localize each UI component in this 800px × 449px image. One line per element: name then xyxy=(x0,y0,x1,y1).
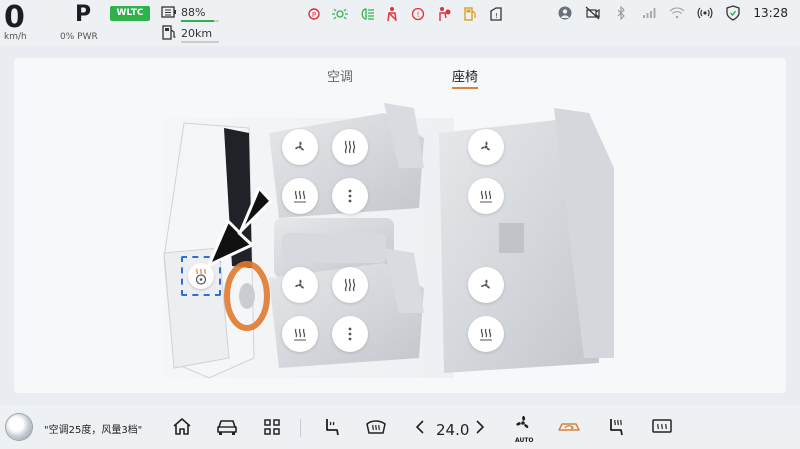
more-icon xyxy=(348,327,352,341)
front-left-heat-button[interactable] xyxy=(332,129,368,165)
bottom-dock: "空调25度，风量3档" 24.0 AUTO xyxy=(0,405,800,449)
battery-percent: 88% xyxy=(181,6,206,19)
svg-text:P: P xyxy=(312,11,316,19)
door-open-icon: ! xyxy=(487,5,505,23)
heat-wave-icon xyxy=(480,190,492,203)
tab-air-conditioning[interactable]: 空调 xyxy=(327,66,353,85)
front-right-heat-wave-button[interactable] xyxy=(282,316,318,352)
range-bar xyxy=(181,41,219,43)
seat-heat-icon xyxy=(610,419,623,436)
fuel-icon xyxy=(461,5,479,23)
car-icon xyxy=(217,420,237,435)
rear-right-heat-wave-button[interactable] xyxy=(468,316,504,352)
status-bar: 0 km/h P 0% PWR WLTC 88% 20km P ! ! 13:2… xyxy=(0,0,800,46)
active-tab-indicator xyxy=(452,87,478,89)
chevron-right-icon xyxy=(476,420,485,434)
seat-massage-icon xyxy=(326,419,339,436)
system-tray: 13:28 xyxy=(557,4,788,22)
avatar-icon[interactable] xyxy=(557,5,573,21)
temperature-up-button[interactable] xyxy=(468,415,492,439)
battery-icon xyxy=(161,6,176,18)
chevron-left-icon xyxy=(415,420,424,434)
tab-bar: 空调 座椅 xyxy=(14,66,786,92)
front-right-more-button[interactable] xyxy=(332,316,368,352)
clock: 13:28 xyxy=(753,6,788,20)
front-left-more-button[interactable] xyxy=(332,178,368,214)
rear-defrost-icon xyxy=(652,419,672,433)
cycle-badge: WLTC xyxy=(110,6,150,21)
heat-wave-icon xyxy=(480,328,492,341)
seat-heat-button[interactable] xyxy=(604,415,628,439)
front-defrost-button[interactable] xyxy=(364,415,388,439)
rear-right-fan-button[interactable] xyxy=(468,267,504,303)
heat-wave-icon xyxy=(294,328,306,341)
parking-brake-icon: P xyxy=(305,5,323,23)
bluetooth-icon xyxy=(613,5,629,21)
home-icon xyxy=(173,418,191,435)
fan-icon xyxy=(481,279,490,289)
seat-massage-button[interactable] xyxy=(320,415,344,439)
gear-indicator: P xyxy=(75,2,92,27)
apps-grid-icon xyxy=(264,419,280,435)
front-left-fan-button[interactable] xyxy=(282,129,318,165)
speed-unit: km/h xyxy=(4,32,27,42)
shield-icon xyxy=(725,5,741,21)
pointer-arrow-icon xyxy=(207,186,273,267)
dock-divider xyxy=(300,419,301,437)
climate-panel: 空调 座椅 xyxy=(14,58,786,393)
side-light-icon xyxy=(331,5,349,23)
camera-off-icon xyxy=(585,5,601,21)
power-readout: 0% PWR xyxy=(60,32,98,42)
car-button[interactable] xyxy=(215,415,239,439)
fan-auto-icon xyxy=(516,415,529,428)
front-right-heat-button[interactable] xyxy=(332,267,368,303)
rear-defrost-button[interactable] xyxy=(650,415,674,439)
auto-label: AUTO xyxy=(515,437,534,444)
apps-button[interactable] xyxy=(260,415,284,439)
svg-text:!: ! xyxy=(417,11,420,19)
svg-text:!: ! xyxy=(495,12,498,20)
fan-icon xyxy=(295,141,304,151)
airbag-icon xyxy=(435,5,453,23)
hotspot-icon xyxy=(697,5,713,21)
fuel-pump-icon xyxy=(162,25,176,40)
rear-left-fan-button[interactable] xyxy=(468,129,504,165)
tab-seat[interactable]: 座椅 xyxy=(452,66,478,85)
heat-icon xyxy=(344,278,356,292)
fan-auto-button[interactable] xyxy=(511,411,535,435)
headlight-icon xyxy=(357,5,375,23)
seatbelt-icon xyxy=(383,5,401,23)
recirculation-icon xyxy=(558,423,580,431)
home-button[interactable] xyxy=(170,415,194,439)
recirculation-button[interactable] xyxy=(557,415,581,439)
cellular-signal-icon xyxy=(641,5,657,21)
battery-level-bar xyxy=(181,20,219,22)
fan-icon xyxy=(295,279,304,289)
speed-value: 0 xyxy=(4,0,25,35)
car-interior-illustration xyxy=(163,103,614,379)
rear-left-heat-wave-button[interactable] xyxy=(468,178,504,214)
fan-icon xyxy=(481,141,490,151)
range-value: 20km xyxy=(181,27,213,40)
steering-warning-icon: ! xyxy=(409,5,427,23)
temperature-value: 24.0 xyxy=(436,421,470,439)
voice-assistant-button[interactable] xyxy=(6,414,32,440)
warning-lights: P ! ! xyxy=(305,4,505,24)
temperature-down-button[interactable] xyxy=(408,415,432,439)
more-icon xyxy=(348,189,352,203)
wifi-icon xyxy=(669,5,685,21)
voice-command-text: "空调25度，风量3档" xyxy=(44,425,143,436)
front-defrost-icon xyxy=(366,420,386,434)
heat-icon xyxy=(344,140,356,154)
